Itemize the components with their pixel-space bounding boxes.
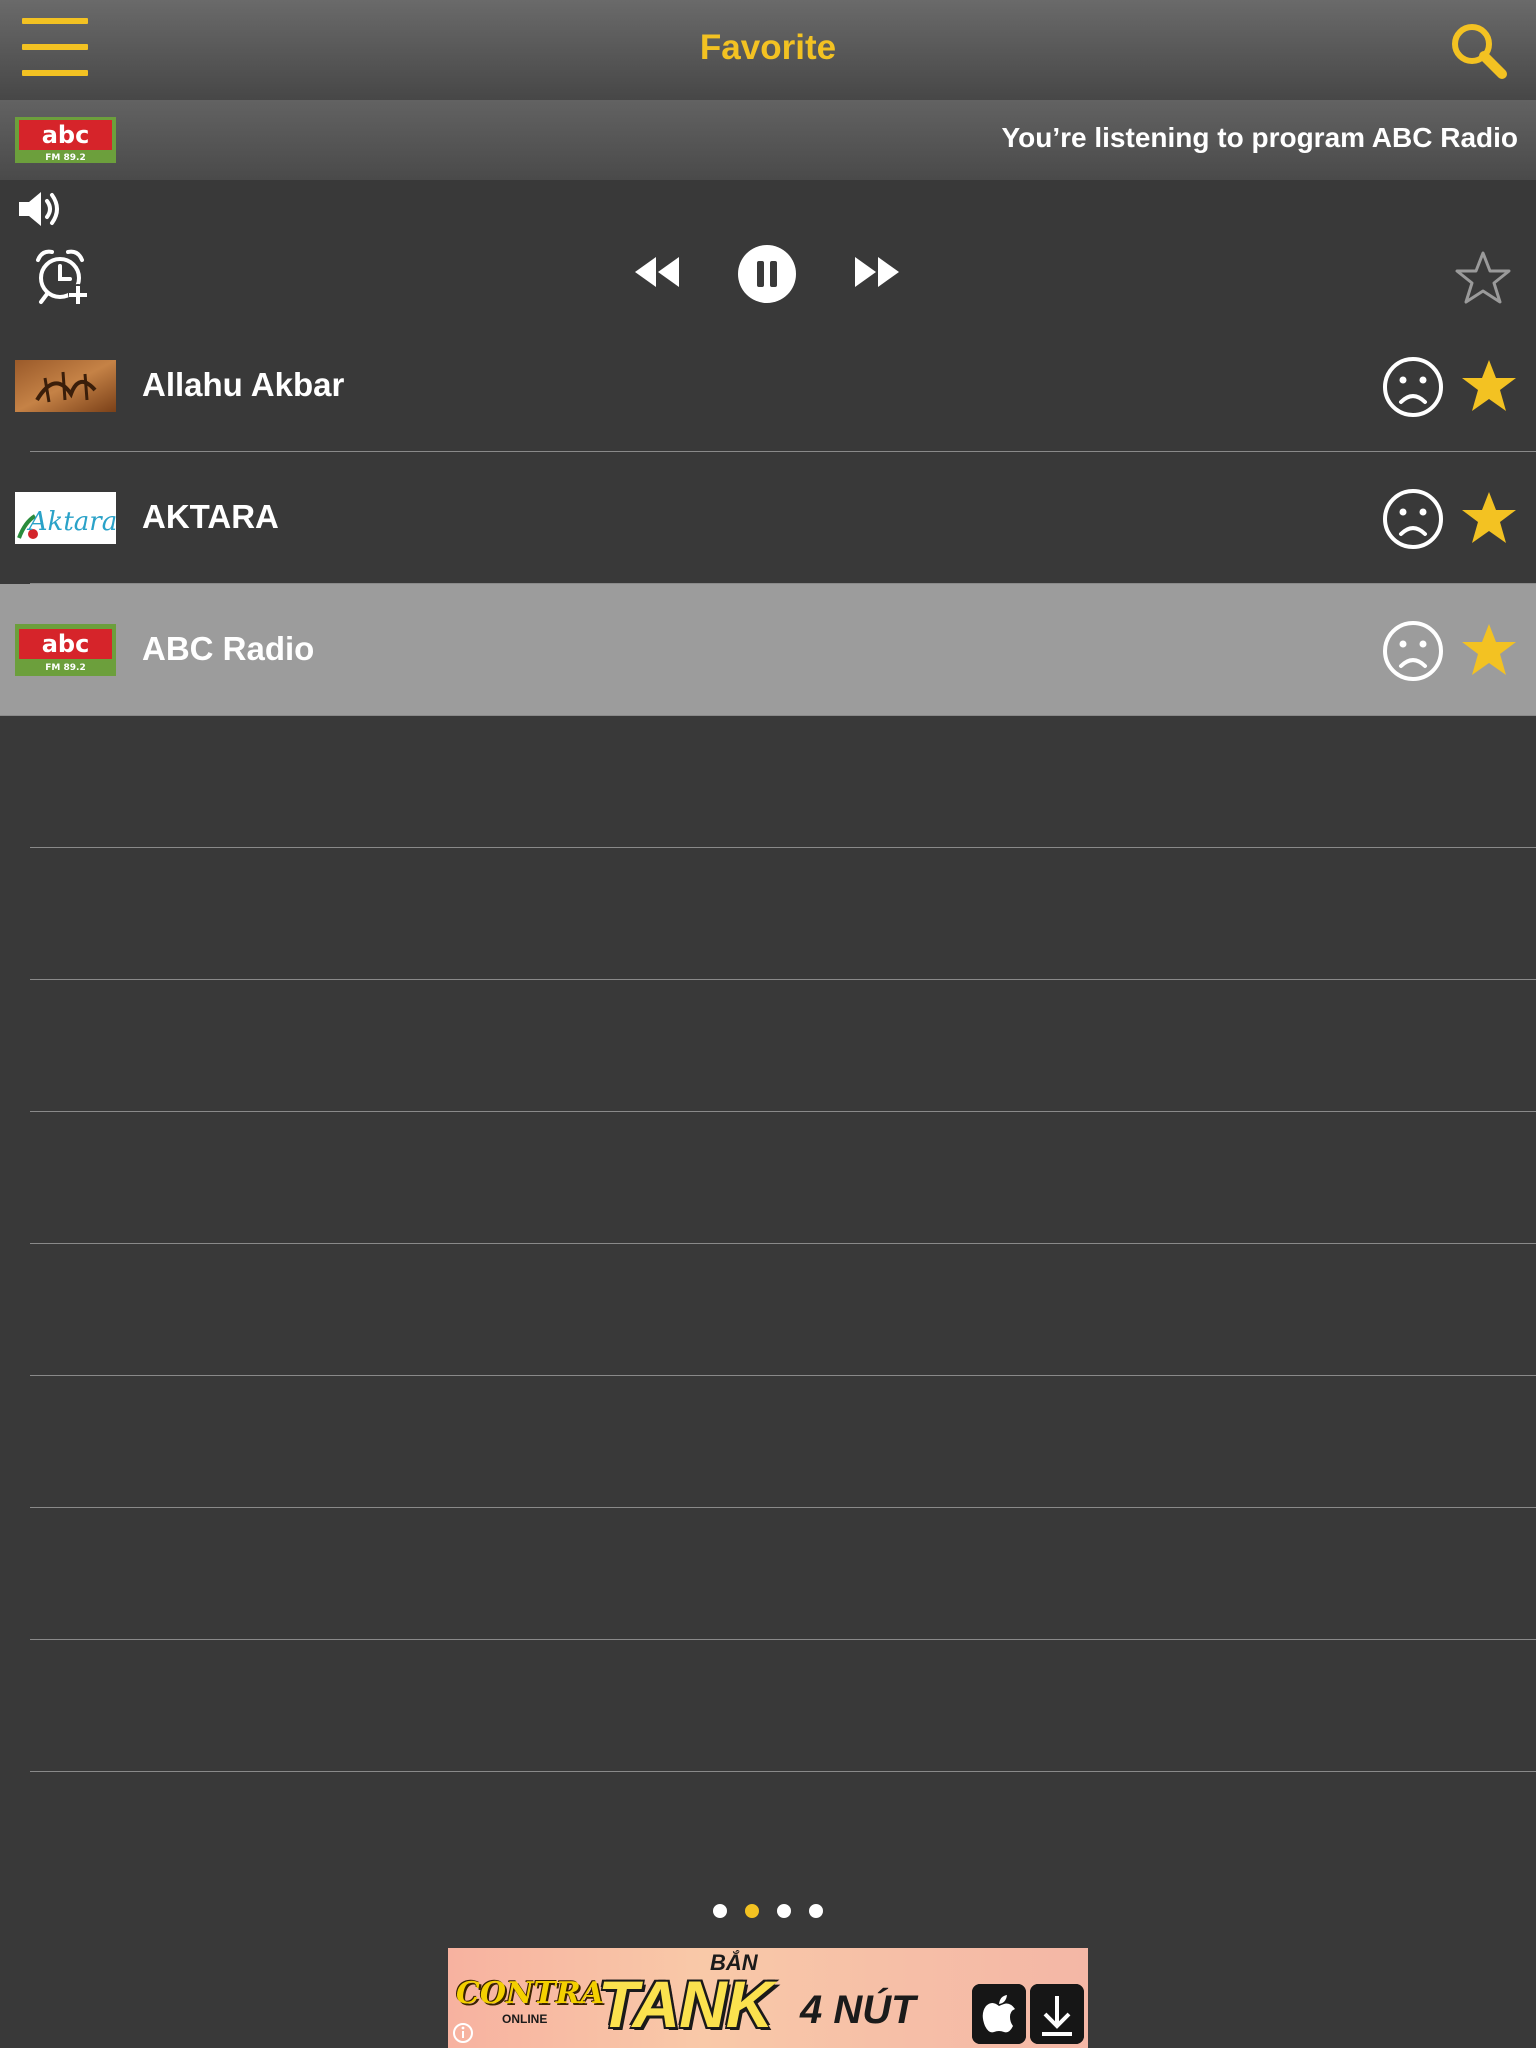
now-playing-text: You’re listening to program ABC Radio xyxy=(1001,122,1518,153)
star-filled-icon[interactable] xyxy=(1460,358,1518,414)
svg-text:Aktara: Aktara xyxy=(27,507,116,537)
fast-forward-icon[interactable] xyxy=(852,254,902,290)
ad-info-icon[interactable] xyxy=(452,2022,474,2044)
ad-banner[interactable]: CONTRA ONLINE TANK BẮN 4 NÚT xyxy=(448,1948,1088,2048)
top-navigation-bar: Favorite xyxy=(0,0,1536,100)
station-logo-calligraphy xyxy=(15,360,116,412)
page-dot[interactable] xyxy=(713,1904,727,1918)
ad-ban-text: BẮN xyxy=(710,1950,758,1975)
apple-store-icon[interactable] xyxy=(972,1984,1026,2044)
station-row-aktara[interactable]: Aktara AKTARA xyxy=(0,452,1536,584)
now-playing-bar[interactable]: abc FM 89.2 You’re listening to program … xyxy=(0,100,1536,180)
row-divider xyxy=(30,1771,1536,1772)
page-title: Favorite xyxy=(699,28,837,67)
sad-face-icon[interactable] xyxy=(1382,356,1444,418)
star-outline-icon[interactable] xyxy=(1454,250,1512,306)
station-name: AKTARA xyxy=(142,498,279,535)
ad-game-logo: CONTRA ONLINE xyxy=(456,1976,604,2026)
volume-icon[interactable] xyxy=(17,188,63,230)
sad-face-icon[interactable] xyxy=(1382,620,1444,682)
empty-list-row xyxy=(0,848,1536,980)
star-filled-icon[interactable] xyxy=(1460,622,1518,678)
empty-list-row xyxy=(0,1508,1536,1640)
alarm-add-icon[interactable] xyxy=(34,246,92,308)
page-dot-active[interactable] xyxy=(745,1904,759,1918)
station-row-allahu-akbar[interactable]: Allahu Akbar xyxy=(0,320,1536,452)
station-name: Allahu Akbar xyxy=(142,366,345,403)
search-icon[interactable] xyxy=(1448,20,1508,80)
empty-list-row xyxy=(0,716,1536,848)
svg-text:abc: abc xyxy=(42,630,90,658)
station-row-abc-radio[interactable]: abc FM 89.2 ABC Radio xyxy=(0,584,1536,716)
station-logo-aktara: Aktara xyxy=(15,492,116,544)
sad-face-icon[interactable] xyxy=(1382,488,1444,550)
svg-text:FM 89.2: FM 89.2 xyxy=(45,663,85,673)
page-indicator xyxy=(0,1904,1536,1918)
empty-list-row xyxy=(0,1112,1536,1244)
station-list: Allahu Akbar Aktara AKTARA abc FM 89.2 A… xyxy=(0,320,1536,1772)
empty-list-row xyxy=(0,1376,1536,1508)
svg-text:abc: abc xyxy=(42,121,90,149)
page-dot[interactable] xyxy=(809,1904,823,1918)
download-icon[interactable] xyxy=(1030,1984,1084,2044)
ad-subheadline: 4 NÚT xyxy=(800,1988,916,2032)
ad-headline: TANK xyxy=(598,1967,773,2041)
station-logo-abc: abc FM 89.2 xyxy=(15,624,116,676)
svg-text:FM 89.2: FM 89.2 xyxy=(45,153,85,163)
rewind-icon[interactable] xyxy=(632,254,682,290)
empty-list-row xyxy=(0,1244,1536,1376)
station-logo-abc: abc FM 89.2 xyxy=(15,117,116,163)
empty-list-row xyxy=(0,1640,1536,1772)
station-name: ABC Radio xyxy=(142,630,315,667)
empty-list-row xyxy=(0,980,1536,1112)
page-dot[interactable] xyxy=(777,1904,791,1918)
pause-icon[interactable] xyxy=(737,244,797,304)
star-filled-icon[interactable] xyxy=(1460,490,1518,546)
